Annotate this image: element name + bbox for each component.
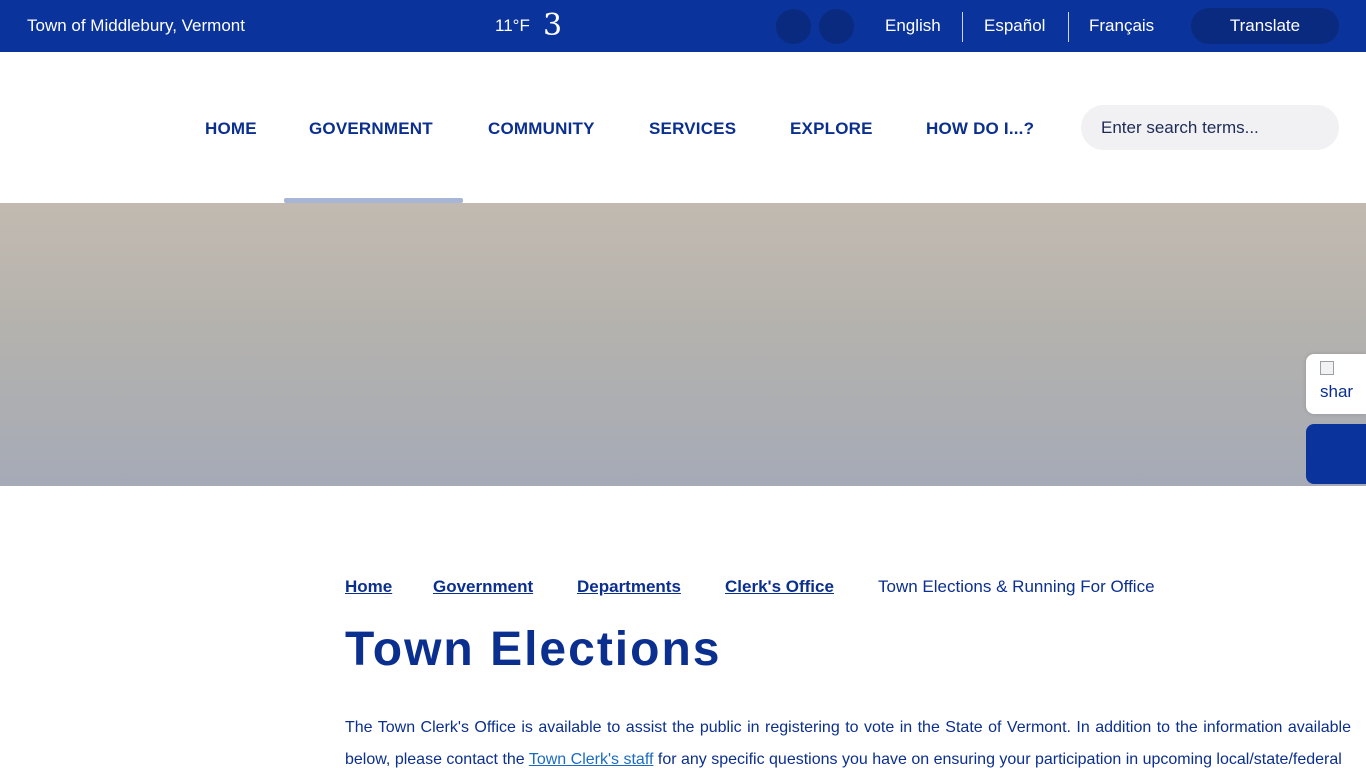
breadcrumb-current: Town Elections & Running For Office xyxy=(878,577,1155,596)
nav-item-services[interactable]: SERVICES xyxy=(649,119,736,139)
social-icon-button[interactable] xyxy=(776,9,811,44)
share-alt-text: shar xyxy=(1320,382,1354,401)
breadcrumb-link-departments[interactable]: Departments xyxy=(577,577,681,597)
nav-item-government[interactable]: GOVERNMENT xyxy=(309,119,433,139)
weather-icon: 3 xyxy=(543,8,563,43)
language-divider xyxy=(1068,12,1069,42)
search-input[interactable] xyxy=(1081,105,1339,150)
nav-item-home[interactable]: HOME xyxy=(205,119,257,139)
breadcrumb-link-clerks-office[interactable]: Clerk's Office xyxy=(725,577,834,597)
weather-temperature: 11°F xyxy=(495,16,530,35)
breadcrumb-link-government[interactable]: Government xyxy=(433,577,533,597)
language-divider xyxy=(962,12,963,42)
translate-button[interactable]: Translate xyxy=(1191,8,1339,44)
main-navigation: HOME GOVERNMENT COMMUNITY SERVICES EXPLO… xyxy=(0,52,1366,203)
utility-bar: Town of Middlebury, Vermont 11°F 3 Engli… xyxy=(0,0,1366,52)
town-name[interactable]: Town of Middlebury, Vermont xyxy=(27,16,245,36)
page-title: Town Elections xyxy=(345,623,722,676)
nav-item-how-do-i[interactable]: HOW DO I...? xyxy=(926,119,1034,139)
language-francais[interactable]: Français xyxy=(1089,16,1154,36)
hero-banner xyxy=(0,203,1366,486)
nav-item-community[interactable]: COMMUNITY xyxy=(488,119,595,139)
intro-text-end: for any specific questions you have on e… xyxy=(653,751,1342,768)
town-clerk-staff-link[interactable]: Town Clerk's staff xyxy=(529,751,654,768)
intro-paragraph: The Town Clerk's Office is available to … xyxy=(345,712,1351,768)
breadcrumb-link-home[interactable]: Home xyxy=(345,577,392,597)
social-icon-button[interactable] xyxy=(819,9,854,44)
side-action-tab[interactable] xyxy=(1306,424,1366,484)
language-english[interactable]: English xyxy=(885,16,941,36)
nav-item-explore[interactable]: EXPLORE xyxy=(790,119,873,139)
broken-image-icon xyxy=(1320,361,1334,375)
share-tab[interactable]: shar xyxy=(1306,354,1366,414)
language-espanol[interactable]: Español xyxy=(984,16,1045,36)
